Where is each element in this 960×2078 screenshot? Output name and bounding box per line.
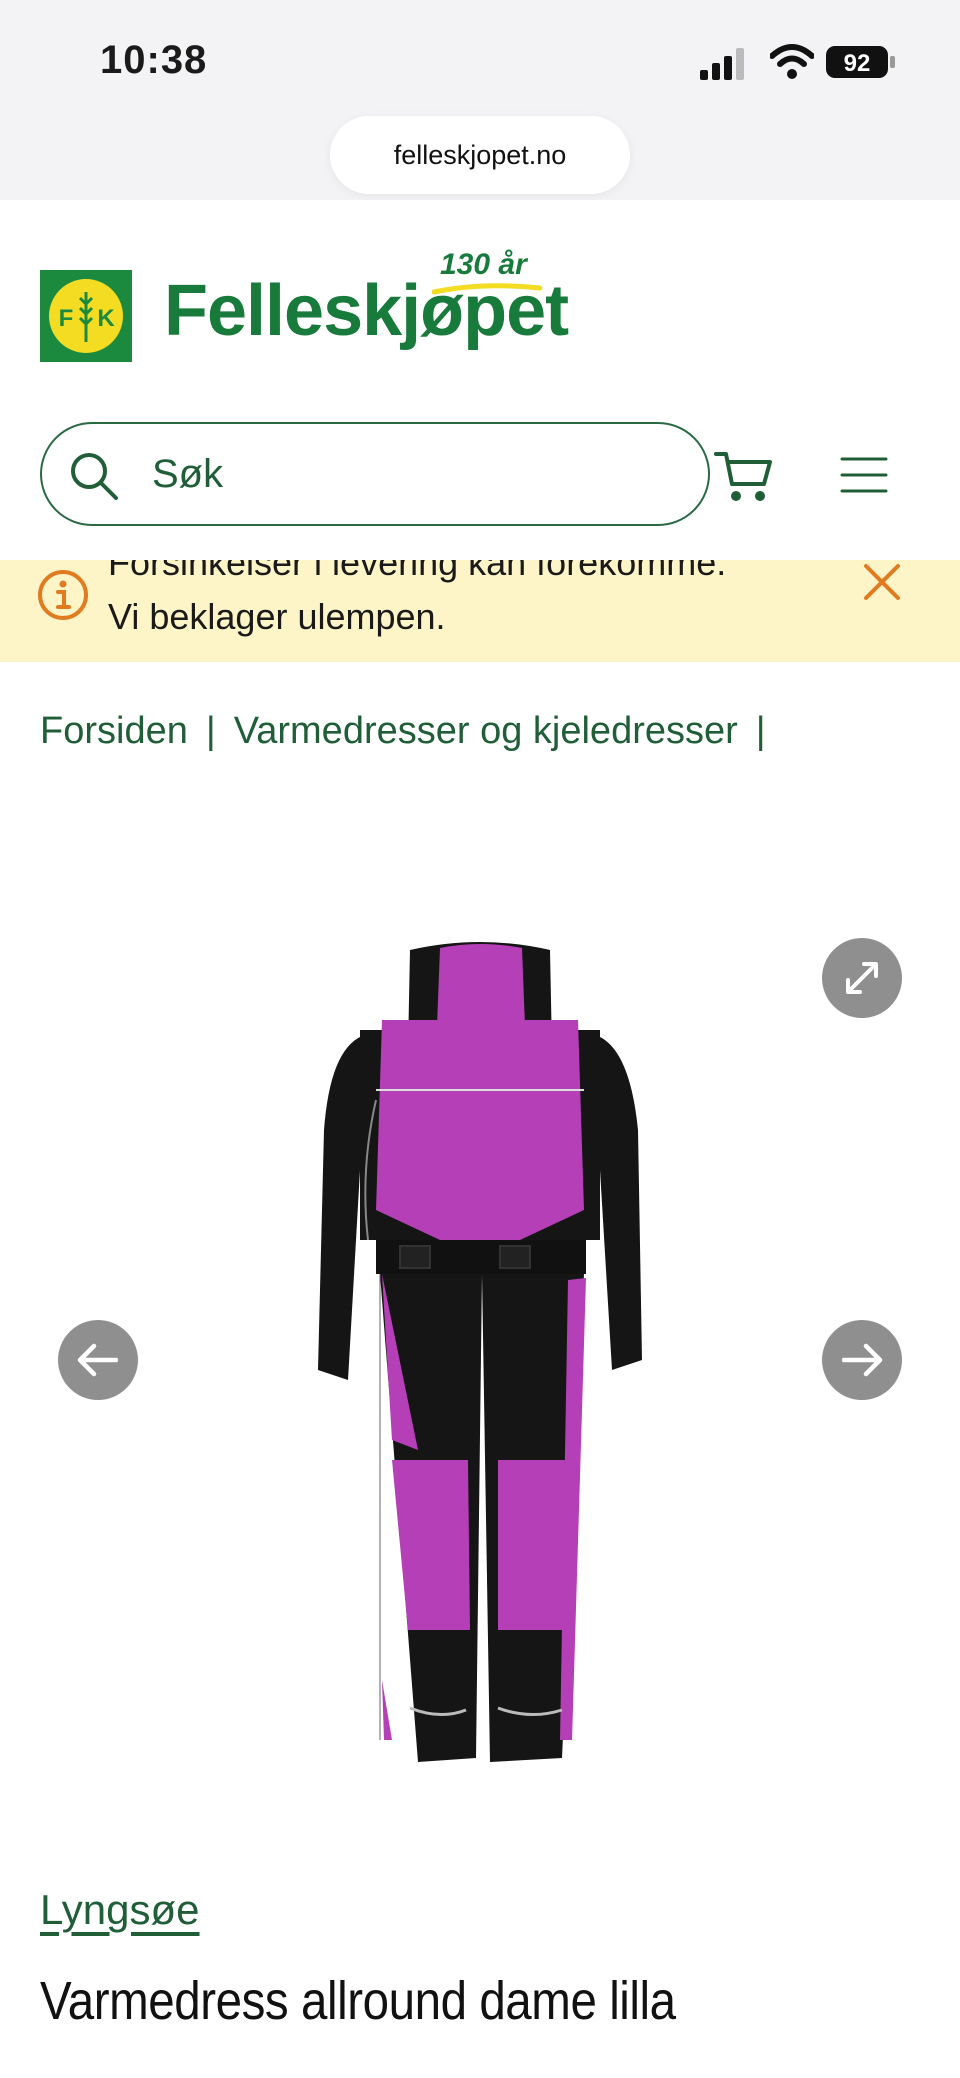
signal-icon bbox=[700, 48, 744, 80]
next-image-button[interactable] bbox=[822, 1320, 902, 1400]
product-brand-link[interactable]: Lyngsøe bbox=[40, 1886, 200, 1934]
anniversary-badge: 130 år bbox=[440, 248, 527, 281]
search-input[interactable]: Søk bbox=[40, 422, 710, 526]
breadcrumb-item-category[interactable]: Varmedresser og kjeledresser bbox=[234, 710, 738, 752]
arrow-right-icon bbox=[841, 1343, 883, 1377]
felleskjopet-logo-icon[interactable]: F K bbox=[40, 270, 132, 362]
breadcrumb-item-home[interactable]: Forsiden bbox=[40, 710, 188, 752]
status-time: 10:38 bbox=[100, 38, 208, 82]
search-icon[interactable] bbox=[68, 450, 120, 502]
battery-level: 92 bbox=[844, 50, 871, 77]
status-bar: 10:38 92 felleskjopet.no bbox=[0, 0, 960, 200]
expand-icon bbox=[846, 962, 878, 994]
breadcrumb: Forsiden | Varmedresser og kjeledresser | bbox=[40, 710, 784, 753]
product-image[interactable] bbox=[300, 940, 660, 1770]
product-title: Varmedress allround dame lilla bbox=[40, 1971, 676, 2031]
wifi-icon bbox=[770, 44, 814, 79]
svg-text:K: K bbox=[97, 305, 115, 332]
breadcrumb-separator: | bbox=[205, 710, 216, 752]
svg-text:F: F bbox=[59, 305, 74, 332]
search-placeholder: Søk bbox=[152, 452, 224, 496]
notice-line-1: Forsinkelser i levering kan forekomme. bbox=[108, 560, 727, 583]
expand-image-button[interactable] bbox=[822, 938, 902, 1018]
close-icon[interactable] bbox=[860, 560, 904, 604]
anniversary-swoosh-icon bbox=[432, 283, 542, 295]
notice-line-2: Vi beklager ulempen. bbox=[108, 596, 446, 637]
cart-icon[interactable] bbox=[714, 448, 774, 504]
breadcrumb-separator: | bbox=[755, 710, 766, 752]
battery-icon: 92 bbox=[826, 46, 895, 78]
menu-icon[interactable] bbox=[840, 455, 888, 495]
arrow-left-icon bbox=[77, 1343, 119, 1377]
delivery-notice: Forsinkelser i levering kan forekomme. V… bbox=[0, 560, 960, 662]
url-bar[interactable]: felleskjopet.no bbox=[330, 116, 630, 194]
previous-image-button[interactable] bbox=[58, 1320, 138, 1400]
info-icon bbox=[38, 570, 88, 620]
